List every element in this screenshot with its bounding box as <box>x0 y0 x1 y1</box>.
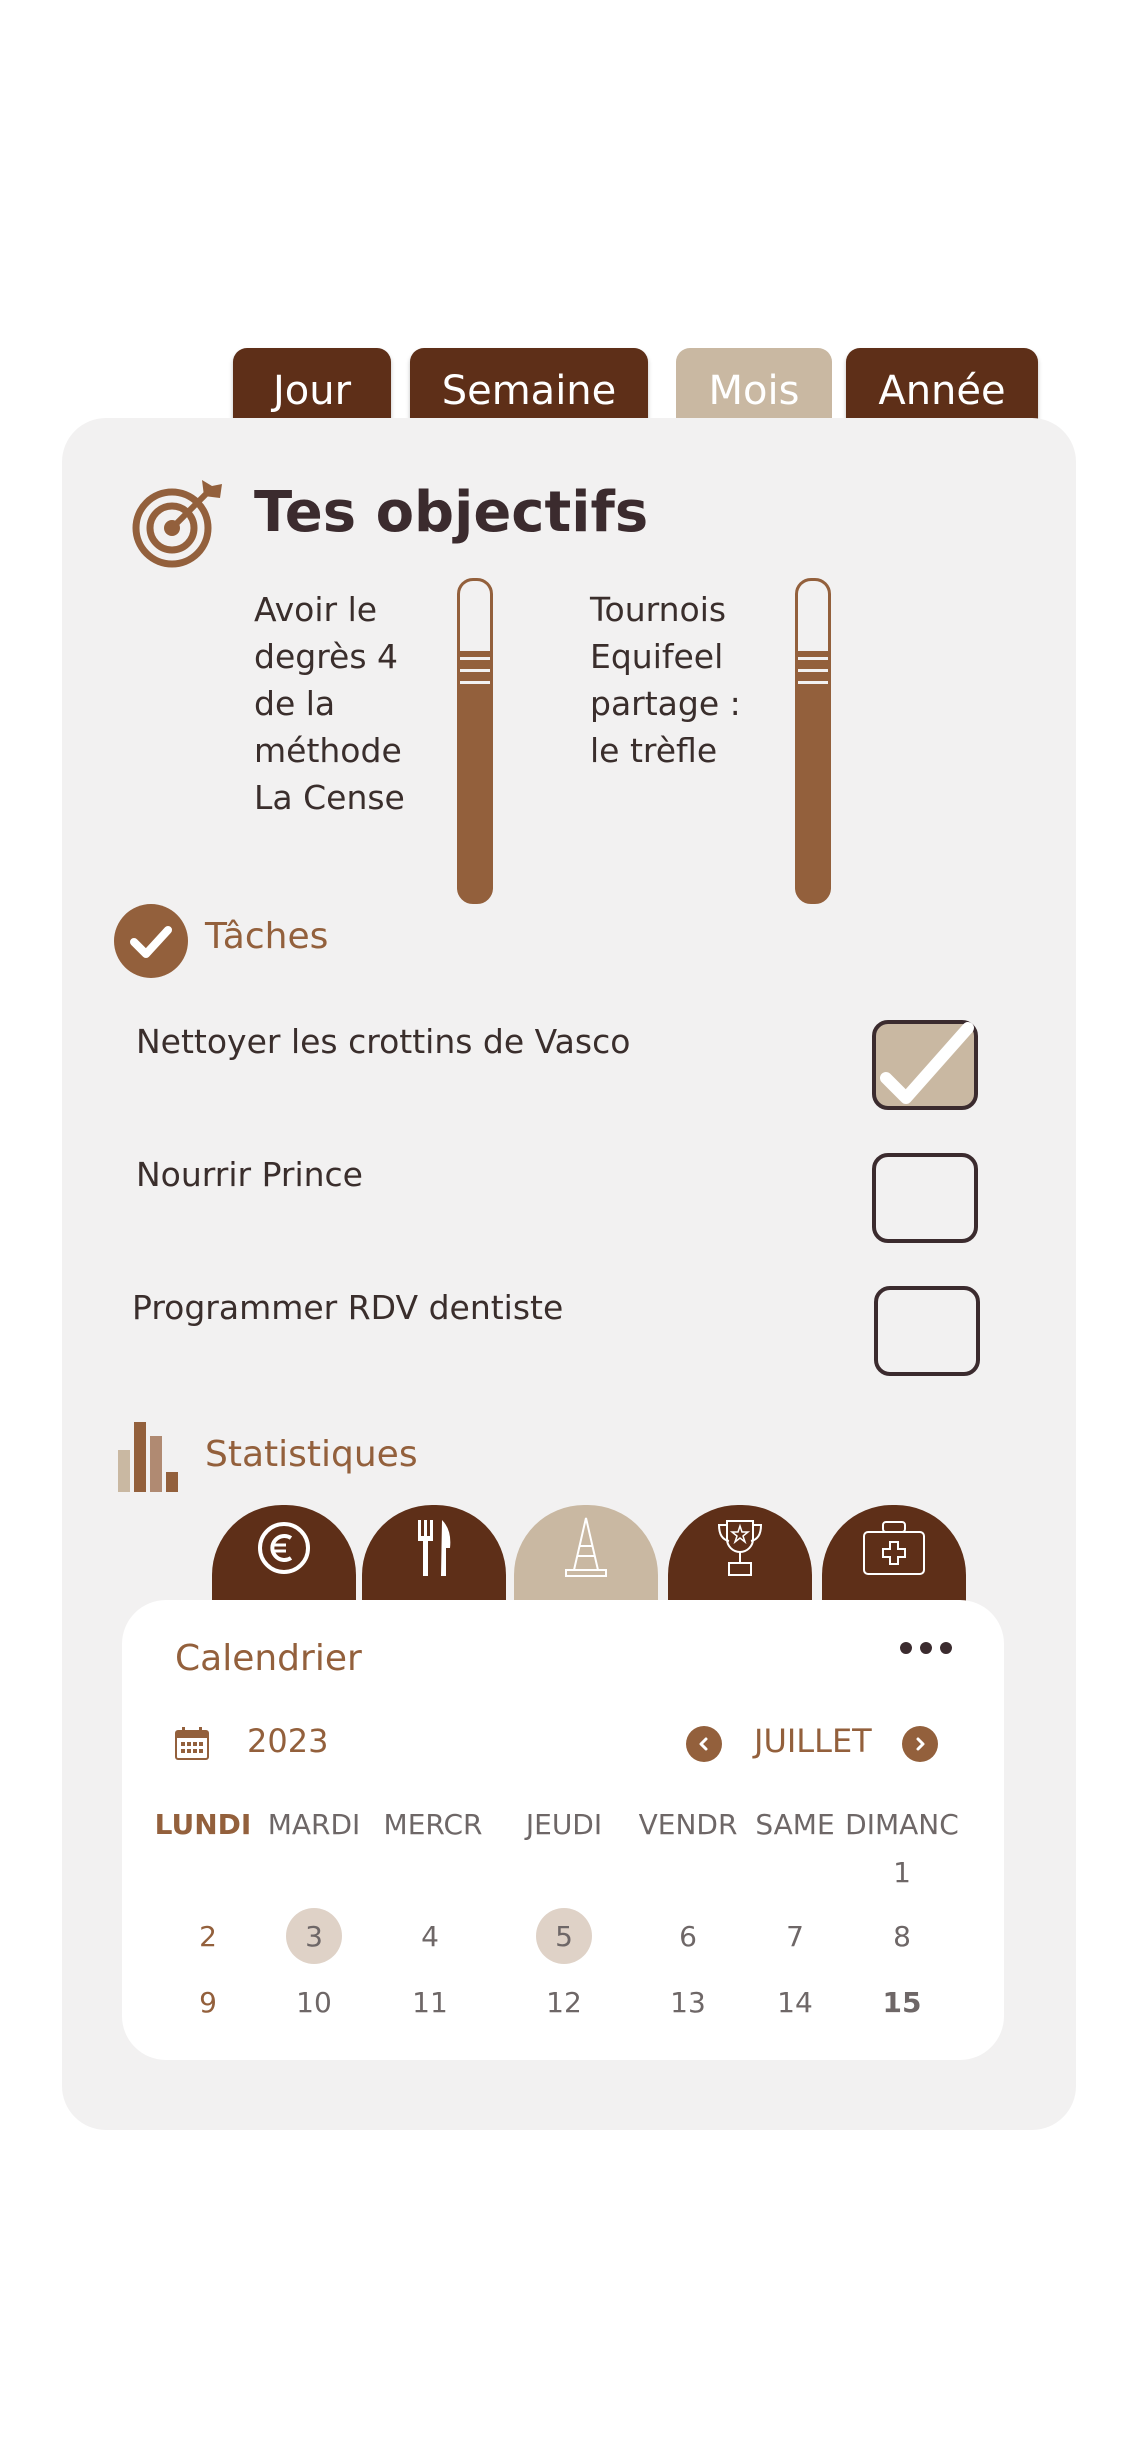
task-1-label: Nettoyer les crottins de Vasco <box>136 1022 631 1061</box>
calendar-day[interactable]: 12 <box>536 1974 592 2030</box>
calendar-day[interactable]: 11 <box>402 1974 458 2030</box>
bar-chart-icon <box>118 1422 184 1492</box>
first-aid-kit-icon <box>861 1518 927 1582</box>
calendar-day[interactable]: 8 <box>874 1908 930 1964</box>
fork-knife-icon <box>414 1518 454 1582</box>
target-arrow-icon <box>132 474 226 568</box>
calendar-widget: Calendrier 2023 JUILLET LUNDI MARDI MERC… <box>122 1600 1004 2060</box>
calendar-day[interactable]: 6 <box>660 1908 716 1964</box>
tasks-title: Tâches <box>205 916 329 957</box>
calendar-title: Calendrier <box>175 1638 362 1679</box>
weekday-jeudi: JEUDI <box>525 1808 603 1841</box>
check-circle-icon <box>114 904 188 978</box>
calendar-month[interactable]: JUILLET <box>754 1722 872 1760</box>
calendar-day[interactable]: 4 <box>402 1908 458 1964</box>
more-horizontal-icon[interactable] <box>898 1640 954 1656</box>
calendar-day[interactable]: 14 <box>767 1974 823 2030</box>
calendar-day[interactable]: 5 <box>536 1908 592 1964</box>
goal-2-gauge <box>795 578 831 904</box>
prev-month-button[interactable] <box>686 1726 722 1762</box>
trophy-icon <box>715 1517 765 1583</box>
calendar-day[interactable]: 2 <box>180 1908 236 1964</box>
calendar-day[interactable]: 13 <box>660 1974 716 2030</box>
task-3-label: Programmer RDV dentiste <box>132 1288 564 1327</box>
goal-1-gauge <box>457 578 493 904</box>
weekday-lundi: LUNDI <box>154 1808 252 1841</box>
weekday-dimanche: DIMANC <box>845 1808 959 1841</box>
cone-icon <box>562 1516 610 1584</box>
next-month-button[interactable] <box>902 1726 938 1762</box>
weekday-samedi: SAME <box>755 1808 835 1841</box>
task-2-checkbox[interactable] <box>872 1153 978 1243</box>
calendar-icon <box>175 1726 209 1760</box>
weekday-mardi: MARDI <box>267 1808 361 1841</box>
goals-title: Tes objectifs <box>254 480 649 545</box>
calendar-day[interactable]: 9 <box>180 1974 236 2030</box>
task-3-checkbox[interactable] <box>874 1286 980 1376</box>
calendar-day[interactable]: 3 <box>286 1908 342 1964</box>
weekday-mercredi: MERCR <box>383 1808 483 1841</box>
task-2-label: Nourrir Prince <box>136 1155 363 1194</box>
calendar-day[interactable]: 7 <box>767 1908 823 1964</box>
calendar-year[interactable]: 2023 <box>247 1722 328 1760</box>
app-screen: { "period_tabs": [ {"label": "Jour", "ac… <box>0 0 1139 2464</box>
euro-icon <box>256 1520 312 1580</box>
statistics-title: Statistiques <box>205 1434 418 1475</box>
goal-1-text: Avoir le degrès 4 de la méthode La Cense <box>254 590 405 817</box>
task-1-checkbox[interactable] <box>872 1020 978 1110</box>
calendar-day-today[interactable]: 15 <box>874 1974 930 2030</box>
weekday-vendredi: VENDR <box>638 1808 738 1841</box>
calendar-day[interactable]: 10 <box>286 1974 342 2030</box>
goal-2-text: Tournois Equifeel partage : le trèfle <box>590 590 741 770</box>
calendar-day[interactable]: 1 <box>874 1844 930 1900</box>
